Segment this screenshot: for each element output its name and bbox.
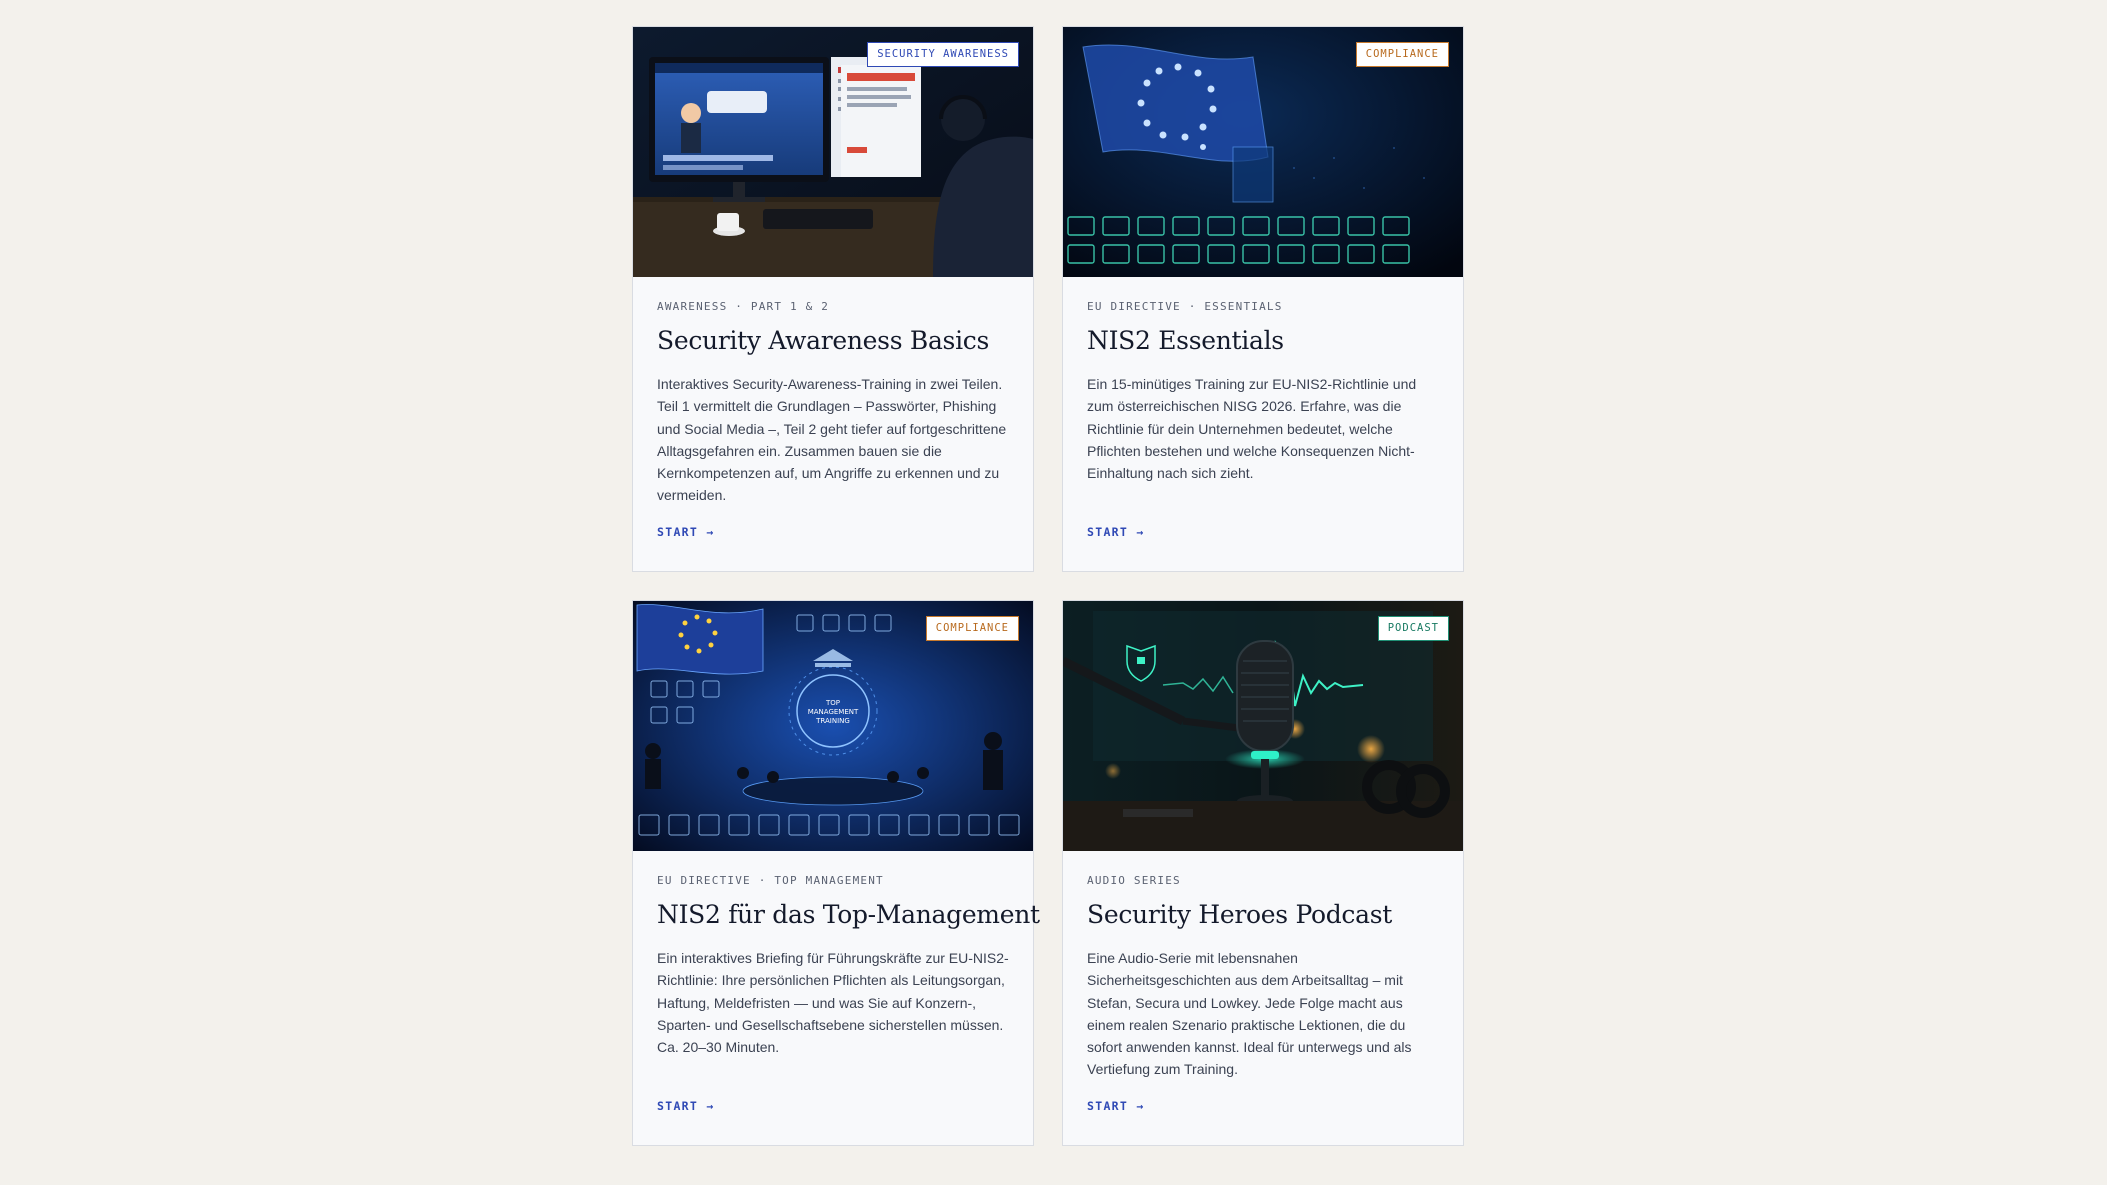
course-card-security-heroes-podcast[interactable]: PODCAST AUDIO SERIES Security Heroes Pod…	[1062, 600, 1464, 1146]
course-description: Interaktives Security-Awareness-Training…	[657, 376, 1007, 504]
start-button[interactable]: START →	[657, 1099, 715, 1113]
category-badge: COMPLIANCE	[1355, 42, 1449, 67]
course-title[interactable]: Security Awareness Basics	[657, 325, 1009, 357]
category-badge: PODCAST	[1377, 616, 1449, 641]
course-image-security-awareness[interactable]: SECURITY AWARENESS	[633, 27, 1033, 277]
image-text-line-3: TRAINING	[815, 717, 850, 725]
course-grid: SECURITY AWARENESS AWARENESS · PART 1 & …	[632, 26, 1464, 1146]
start-button[interactable]: START →	[1087, 525, 1145, 539]
category-badge: COMPLIANCE	[925, 616, 1019, 641]
course-description: Ein 15-minütiges Training zur EU-NIS2-Ri…	[1087, 376, 1417, 482]
category-badge: SECURITY AWARENESS	[867, 42, 1019, 67]
course-meta: EU DIRECTIVE · TOP MANAGEMENT	[657, 874, 884, 887]
course-description: Eine Audio-Serie mit lebensnahen Sicherh…	[1087, 950, 1412, 1078]
start-button[interactable]: START →	[657, 525, 715, 539]
course-title[interactable]: Security Heroes Podcast	[1087, 899, 1439, 931]
course-meta: EU DIRECTIVE · ESSENTIALS	[1087, 300, 1283, 313]
start-button[interactable]: START →	[1087, 1099, 1145, 1113]
course-card-security-awareness[interactable]: SECURITY AWARENESS AWARENESS · PART 1 & …	[632, 26, 1034, 572]
course-title[interactable]: NIS2 für das Top-Management	[657, 899, 1040, 931]
course-meta: AUDIO SERIES	[1087, 874, 1181, 887]
course-description: Ein interaktives Briefing für Führungskr…	[657, 950, 1009, 1056]
course-image-nis2-essentials[interactable]: COMPLIANCE	[1063, 27, 1463, 277]
course-image-security-heroes-podcast[interactable]: PODCAST	[1063, 601, 1463, 851]
course-image-nis2-top-management[interactable]: TOP MANAGEMENT TRAINING COMPLIANCE	[633, 601, 1033, 851]
course-meta: AWARENESS · PART 1 & 2	[657, 300, 830, 313]
image-text-line-1: TOP	[825, 699, 840, 707]
course-card-nis2-top-management[interactable]: TOP MANAGEMENT TRAINING COMPLIANCE EU DI…	[632, 600, 1040, 1146]
image-text-line-2: MANAGEMENT	[808, 708, 859, 716]
course-title[interactable]: NIS2 Essentials	[1087, 325, 1439, 357]
course-card-nis2-essentials[interactable]: COMPLIANCE EU DIRECTIVE · ESSENTIALS NIS…	[1062, 26, 1464, 572]
